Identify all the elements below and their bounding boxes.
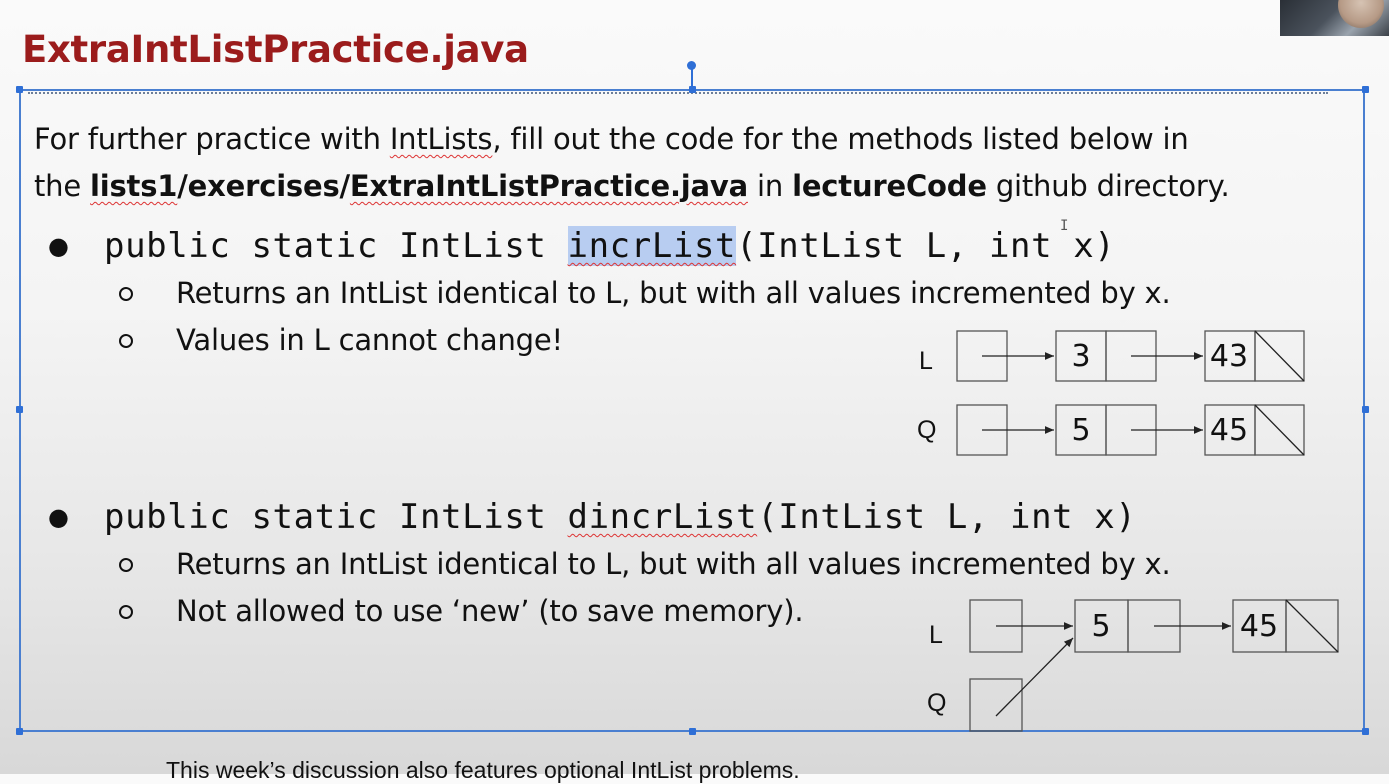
footer-note: This week’s discussion also features opt… bbox=[166, 757, 800, 783]
pointer-arrow-diagonal bbox=[995, 637, 1074, 717]
node-value: 45 bbox=[1240, 609, 1278, 644]
null-slash bbox=[1254, 330, 1305, 382]
null-slash bbox=[1285, 599, 1339, 653]
label-l: L bbox=[919, 347, 933, 375]
label-q: Q bbox=[917, 416, 936, 444]
diagram-1-q-list: Q 5 45 bbox=[917, 404, 1305, 456]
pointer-box-q bbox=[969, 678, 1023, 732]
node-value: 3 bbox=[1071, 339, 1090, 374]
node-value: 5 bbox=[1071, 413, 1090, 448]
node-value: 45 bbox=[1210, 413, 1248, 448]
node-value: 43 bbox=[1210, 339, 1248, 374]
diagram-2-shared-list: L 5 45 Q bbox=[927, 599, 1339, 732]
label-q: Q bbox=[927, 689, 946, 717]
label-l: L bbox=[929, 621, 943, 649]
null-slash bbox=[1254, 404, 1305, 456]
node-value: 5 bbox=[1091, 609, 1110, 644]
diagram-1-l-list: L 3 43 bbox=[919, 330, 1305, 382]
box-and-pointer-diagrams: L 3 43 Q 5 45 L 5 45 Q bbox=[917, 330, 1339, 732]
